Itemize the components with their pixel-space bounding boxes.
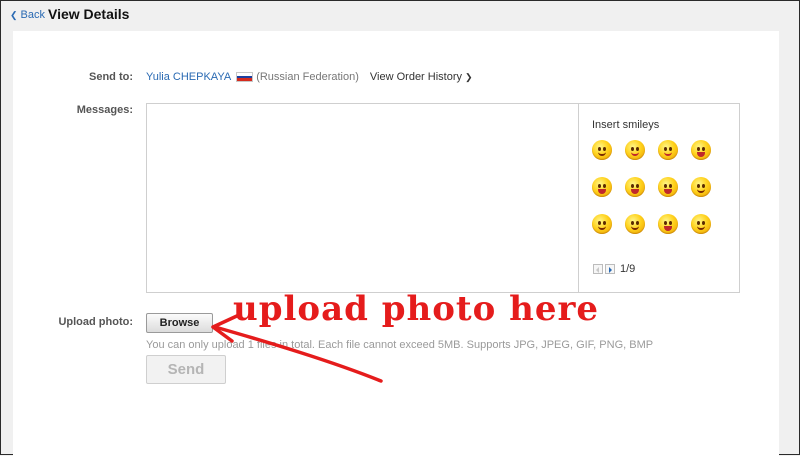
smiley-mouth <box>697 189 705 193</box>
smiley-mouth <box>664 189 672 194</box>
smiley-mouth <box>631 152 639 156</box>
message-textarea[interactable] <box>147 104 579 292</box>
laugh-cry-smiley-icon[interactable] <box>592 177 612 197</box>
chevron-right-icon: ❯ <box>465 72 473 82</box>
message-box: Insert smileys 1/9 <box>146 103 740 293</box>
insert-smileys-heading: Insert smileys <box>592 119 660 131</box>
recipient-name[interactable]: Yulia CHEPKAYA <box>146 71 231 83</box>
details-panel: Send to: Yulia CHEPKAYA (Russian Federat… <box>13 31 779 456</box>
smiley-mouth <box>697 152 705 157</box>
yum-smiley-icon[interactable] <box>658 140 678 160</box>
send-to-label: Send to: <box>89 71 133 83</box>
laugh-smiley-icon[interactable] <box>691 140 711 160</box>
annotation-text: upload photo here <box>233 289 600 329</box>
smiley-pager: 1/9 <box>593 263 635 275</box>
recipient-row: Yulia CHEPKAYA (Russian Federation) View… <box>146 71 473 83</box>
browse-button[interactable]: Browse <box>146 313 213 333</box>
smiley-mouth <box>664 226 672 231</box>
back-label: Back <box>20 9 46 21</box>
send-button[interactable]: Send <box>146 355 226 384</box>
smiley-mouth <box>664 152 672 156</box>
prev-page-icon[interactable] <box>593 264 603 274</box>
messages-label: Messages: <box>76 104 133 116</box>
page-indicator: 1/9 <box>620 263 636 275</box>
tongue-wink-smiley-icon[interactable] <box>625 140 645 160</box>
top-bar: ❮ Back View Details <box>1 1 799 31</box>
wink-bow-smiley-icon[interactable] <box>691 177 711 197</box>
smiley-mouth <box>598 152 606 156</box>
thinking-smiley-icon[interactable] <box>691 214 711 234</box>
upload-hint: You can only upload 1 files in total. Ea… <box>146 339 654 351</box>
russia-flag-icon <box>236 72 254 82</box>
next-page-icon[interactable] <box>605 264 615 274</box>
view-order-history-link[interactable]: View Order History ❯ <box>370 71 473 83</box>
back-link[interactable]: ❮ Back <box>10 9 45 21</box>
smiley-mouth <box>631 226 639 230</box>
smiley-mouth <box>598 226 606 230</box>
grin-shy-smiley-icon[interactable] <box>658 214 678 234</box>
smiley-mouth <box>631 189 639 194</box>
order-history-label: View Order History <box>369 71 463 83</box>
upload-photo-label: Upload photo: <box>58 316 133 328</box>
smile-smiley-icon[interactable] <box>592 140 612 160</box>
smiley-mouth <box>598 189 606 194</box>
shout-smiley-icon[interactable] <box>625 177 645 197</box>
sparkle-dizzy-smiley-icon[interactable] <box>625 214 645 234</box>
chevron-left-icon: ❮ <box>10 10 18 20</box>
grin-sweat-smiley-icon[interactable] <box>658 177 678 197</box>
page-title: View Details <box>48 6 130 22</box>
smiley-panel: Insert smileys 1/9 <box>579 104 739 292</box>
blush-hands-smiley-icon[interactable] <box>592 214 612 234</box>
recipient-country: (Russian Federation) <box>256 71 359 83</box>
smiley-mouth <box>697 226 705 230</box>
